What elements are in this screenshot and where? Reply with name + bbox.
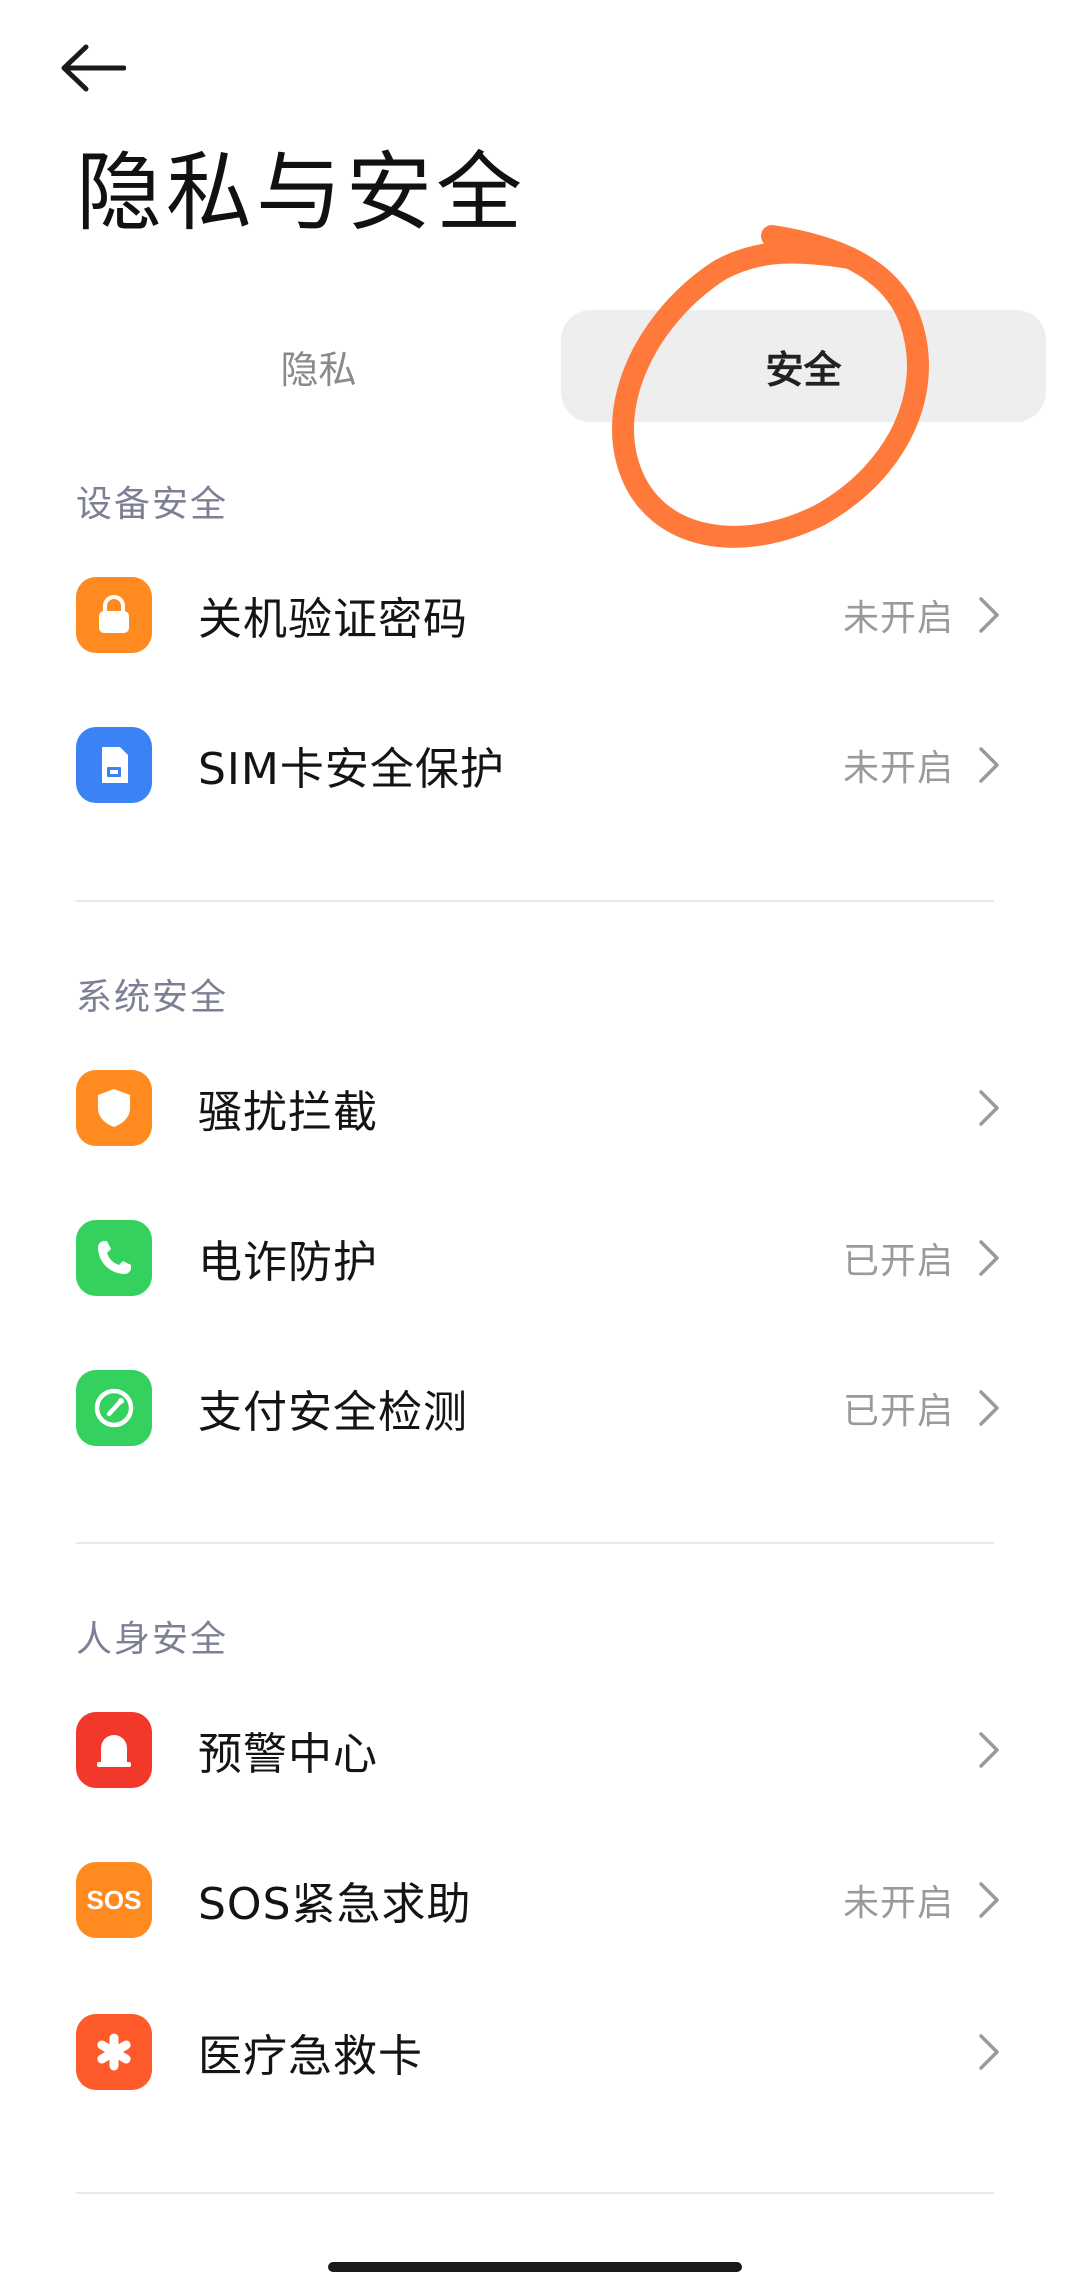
divider [76,2192,994,2194]
list-item-payment-security[interactable]: 支付安全检测 已开启 [76,1348,1004,1468]
chevron-right-icon [974,1388,1004,1428]
back-button[interactable] [60,30,160,110]
status-text: 未开启 [842,748,954,789]
list-item-medical-card[interactable]: 医疗急救卡 [76,1992,1004,2112]
page-title: 隐私与安全 [76,143,526,243]
home-indicator[interactable] [328,2262,742,2272]
chevron-right-icon [974,2032,1004,2072]
tab-security[interactable]: 安全 [561,310,1046,422]
chevron-right-icon [974,595,1004,635]
chevron-right-icon [974,745,1004,785]
chevron-right-icon [974,1088,1004,1128]
sos-icon-text: SOS [86,1884,142,1915]
status-text: 未开启 [842,1883,954,1924]
list-item-label: SIM卡安全保护 [198,744,505,795]
tab-privacy[interactable]: 隐私 [76,310,561,422]
section-header-system-security: 系统安全 [76,977,229,1018]
list-item-sos[interactable]: SOS SOS紧急求助 未开启 [76,1840,1004,1960]
sim-card-icon [76,727,152,803]
list-item-label: 预警中心 [198,1729,378,1780]
list-item-label: 医疗急救卡 [198,2031,423,2082]
section-header-device-security: 设备安全 [76,484,229,525]
list-item-label: 骚扰拦截 [198,1087,378,1138]
list-item-label: SOS紧急求助 [198,1879,472,1930]
list-item-label: 支付安全检测 [198,1387,468,1438]
arrow-left-icon [60,43,127,97]
list-item-label: 电诈防护 [198,1237,378,1288]
tab-bar: 隐私 安全 [76,310,1046,422]
section-header-personal-security: 人身安全 [76,1619,229,1660]
payment-check-icon [76,1370,152,1446]
sos-icon: SOS [76,1862,152,1938]
list-item-fraud-protection[interactable]: 电诈防护 已开启 [76,1198,1004,1318]
chevron-right-icon [974,1238,1004,1278]
chevron-right-icon [974,1880,1004,1920]
list-item-alert-center[interactable]: 预警中心 [76,1690,1004,1810]
list-item-sim-protection[interactable]: SIM卡安全保护 未开启 [76,705,1004,825]
list-item-shutdown-password[interactable]: 关机验证密码 未开启 [76,555,1004,675]
alert-bell-icon [76,1712,152,1788]
list-item-label: 关机验证密码 [198,594,468,645]
status-text: 未开启 [842,598,954,639]
status-text: 已开启 [842,1391,954,1432]
shield-icon [76,1070,152,1146]
divider [76,900,994,902]
list-item-harassment-block[interactable]: 骚扰拦截 [76,1048,1004,1168]
medical-icon [76,2014,152,2090]
divider [76,1542,994,1544]
lock-icon [76,577,152,653]
status-text: 已开启 [842,1241,954,1282]
phone-icon [76,1220,152,1296]
chevron-right-icon [974,1730,1004,1770]
